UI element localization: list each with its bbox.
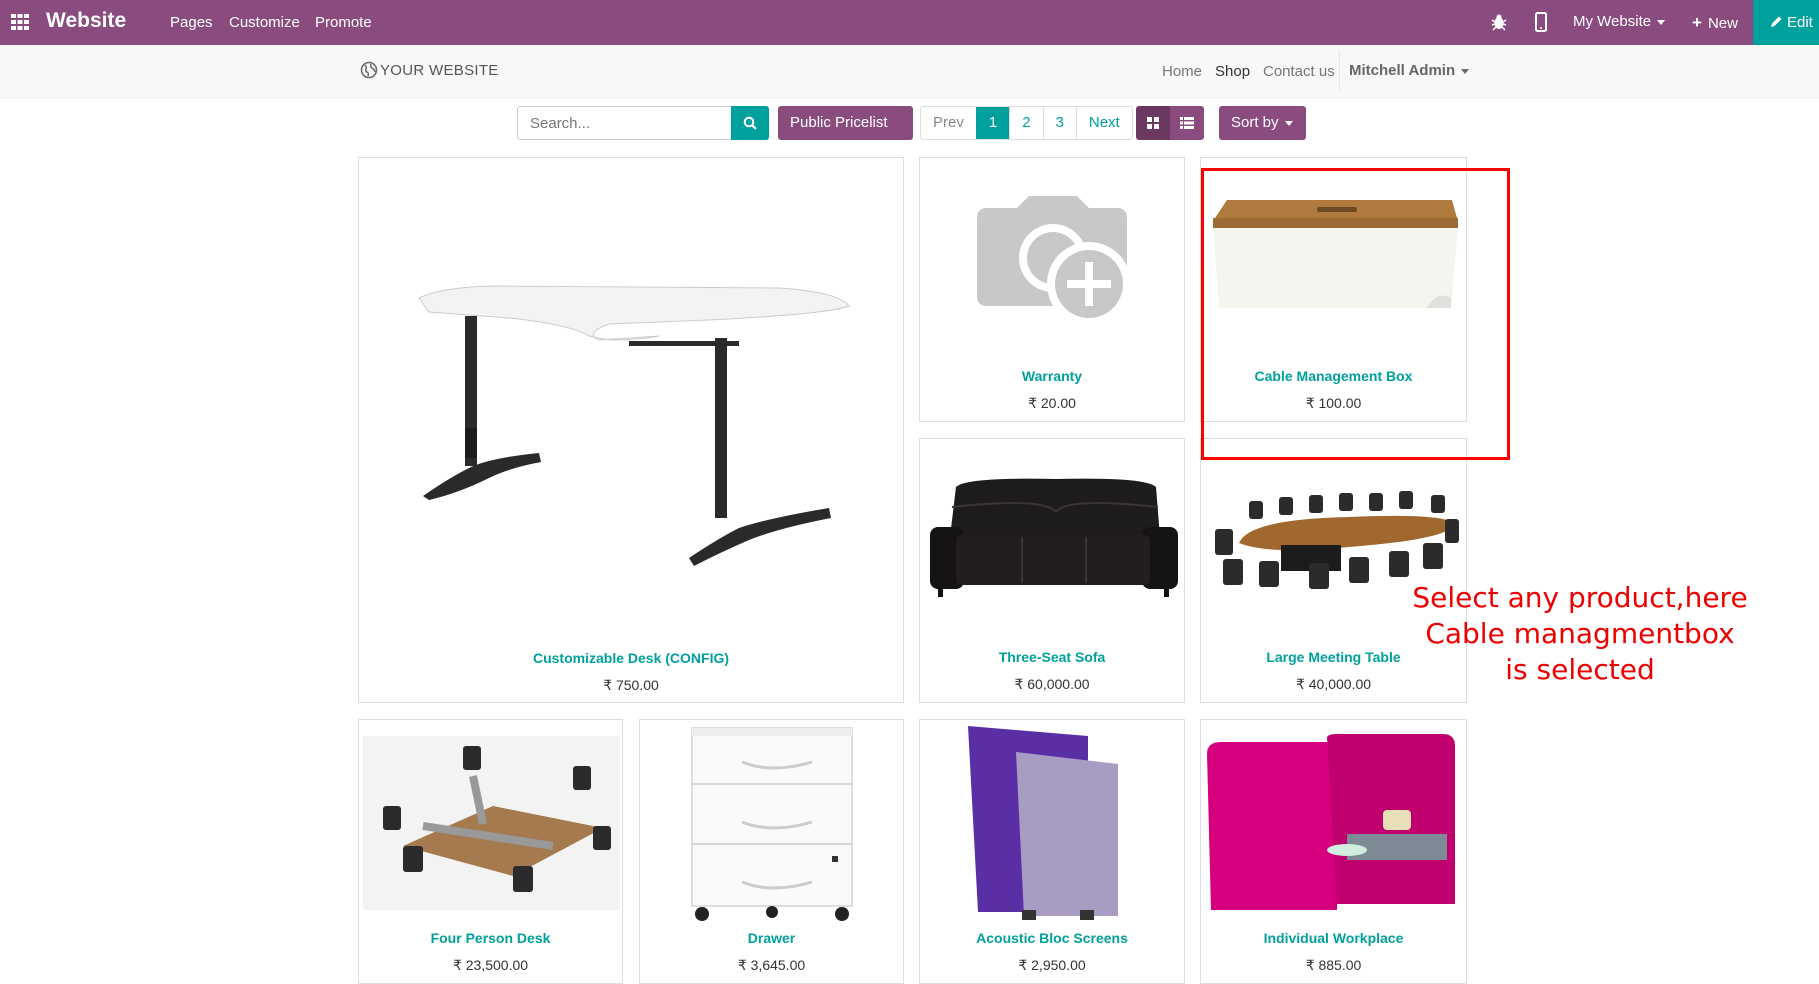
grid-view-icon bbox=[1147, 117, 1159, 129]
menu-promote[interactable]: Promote bbox=[315, 14, 372, 31]
product-price: ₹ 60,000.00 bbox=[1014, 676, 1090, 692]
product-price: ₹ 885.00 bbox=[1305, 957, 1362, 973]
pagination: Prev 1 2 3 Next bbox=[920, 106, 1133, 140]
product-name[interactable]: Warranty bbox=[920, 368, 1184, 384]
product-price: ₹ 2,950.00 bbox=[1018, 957, 1086, 973]
product-card-individual-workplace[interactable]: Individual Workplace ₹ 885.00 bbox=[1200, 719, 1467, 984]
nav-contact-us[interactable]: Contact us bbox=[1263, 63, 1335, 80]
product-card-drawer[interactable]: Drawer ₹ 3,645.00 bbox=[639, 719, 904, 984]
pencil-icon bbox=[1771, 16, 1782, 27]
product-image-individual-workplace bbox=[1207, 734, 1455, 910]
product-name[interactable]: Four Person Desk bbox=[359, 930, 622, 946]
product-image-four-person-desk bbox=[363, 736, 620, 910]
product-name[interactable]: Three-Seat Sofa bbox=[920, 649, 1184, 665]
chevron-down-icon bbox=[1461, 68, 1470, 74]
site-logo-text: YOUR WEBSITE bbox=[380, 62, 499, 79]
search-icon bbox=[743, 116, 757, 130]
sort-by-dropdown[interactable]: Sort by bbox=[1219, 106, 1306, 140]
product-price: ₹ 100.00 bbox=[1305, 395, 1362, 411]
annotation-text: Select any product,here Cable managmentb… bbox=[1390, 580, 1770, 688]
product-price: ₹ 23,500.00 bbox=[452, 957, 529, 973]
debug-bug-icon[interactable] bbox=[1491, 13, 1507, 31]
product-name[interactable]: Individual Workplace bbox=[1201, 930, 1466, 946]
product-card-three-seat-sofa[interactable]: Three-Seat Sofa ₹ 60,000.00 bbox=[919, 438, 1185, 703]
sort-by-label: Sort by bbox=[1231, 114, 1279, 131]
plus-icon: + bbox=[1692, 13, 1702, 32]
product-image-drawer bbox=[691, 727, 853, 921]
website-navbar: YOUR WEBSITE Home Shop Contact us Mitche… bbox=[0, 45, 1819, 98]
globe-icon bbox=[360, 61, 378, 79]
search-button[interactable] bbox=[731, 106, 769, 140]
new-label: New bbox=[1707, 15, 1738, 32]
nav-shop[interactable]: Shop bbox=[1215, 63, 1250, 80]
list-view-button[interactable] bbox=[1170, 106, 1204, 140]
product-card-warranty[interactable]: Warranty ₹ 20.00 bbox=[919, 157, 1185, 422]
my-website-dropdown[interactable]: My Website bbox=[1573, 13, 1666, 30]
view-toggle bbox=[1136, 106, 1204, 140]
camera-placeholder-icon bbox=[977, 196, 1129, 326]
product-price: ₹ 3,645.00 bbox=[737, 957, 806, 973]
product-image-acoustic-screens bbox=[968, 726, 1118, 920]
product-card-acoustic-bloc-screens[interactable]: Acoustic Bloc Screens ₹ 2,950.00 bbox=[919, 719, 1185, 984]
product-name[interactable]: Cable Management Box bbox=[1201, 368, 1466, 384]
user-name: Mitchell Admin bbox=[1349, 62, 1456, 79]
annotation-line: is selected bbox=[1505, 653, 1655, 686]
menu-customize[interactable]: Customize bbox=[229, 14, 300, 31]
pager-next[interactable]: Next bbox=[1075, 107, 1132, 139]
pricelist-dropdown[interactable]: Public Pricelist bbox=[778, 106, 913, 160]
product-name[interactable]: Acoustic Bloc Screens bbox=[920, 930, 1184, 946]
product-image-sofa bbox=[930, 478, 1178, 597]
nav-home[interactable]: Home bbox=[1162, 63, 1202, 80]
menu-pages[interactable]: Pages bbox=[170, 14, 213, 31]
product-price: ₹ 20.00 bbox=[1028, 395, 1076, 411]
edit-label: Edit bbox=[1787, 14, 1813, 31]
product-name[interactable]: Customizable Desk (CONFIG) bbox=[359, 650, 903, 666]
pager-prev[interactable]: Prev bbox=[921, 107, 976, 139]
admin-topbar: Website Pages Customize Promote My Websi… bbox=[0, 0, 1819, 45]
user-menu[interactable]: Mitchell Admin bbox=[1339, 51, 1470, 91]
product-price: ₹ 750.00 bbox=[603, 677, 659, 693]
product-image-desk bbox=[418, 285, 850, 566]
annotation-line: Cable managmentbox bbox=[1425, 617, 1735, 650]
mobile-preview-icon[interactable] bbox=[1535, 12, 1547, 32]
product-card-cable-management-box[interactable]: Cable Management Box ₹ 100.00 bbox=[1200, 157, 1467, 422]
list-view-icon bbox=[1180, 117, 1194, 129]
product-image-cable-box bbox=[1213, 200, 1458, 308]
site-logo[interactable]: YOUR WEBSITE bbox=[360, 61, 499, 79]
my-website-label: My Website bbox=[1573, 13, 1652, 30]
annotation-line: Select any product,here bbox=[1412, 581, 1748, 614]
product-card-customizable-desk[interactable]: Customizable Desk (CONFIG) ₹ 750.00 bbox=[358, 157, 904, 703]
apps-grid-icon[interactable] bbox=[10, 12, 30, 32]
app-title[interactable]: Website bbox=[46, 9, 126, 33]
pager-page-1[interactable]: 1 bbox=[975, 107, 1010, 139]
chevron-down-icon bbox=[1284, 120, 1293, 126]
product-card-four-person-desk[interactable]: Four Person Desk ₹ 23,500.00 bbox=[358, 719, 623, 984]
edit-button[interactable]: Edit bbox=[1753, 0, 1819, 45]
pager-page-2[interactable]: 2 bbox=[1009, 107, 1042, 139]
chevron-down-icon bbox=[1657, 19, 1666, 25]
pricelist-label: Public Pricelist bbox=[790, 114, 888, 131]
new-button[interactable]: + New bbox=[1692, 13, 1738, 33]
search-input[interactable] bbox=[517, 106, 732, 140]
product-name[interactable]: Drawer bbox=[640, 930, 903, 946]
pager-page-3[interactable]: 3 bbox=[1042, 107, 1076, 139]
grid-view-button[interactable] bbox=[1136, 106, 1170, 140]
